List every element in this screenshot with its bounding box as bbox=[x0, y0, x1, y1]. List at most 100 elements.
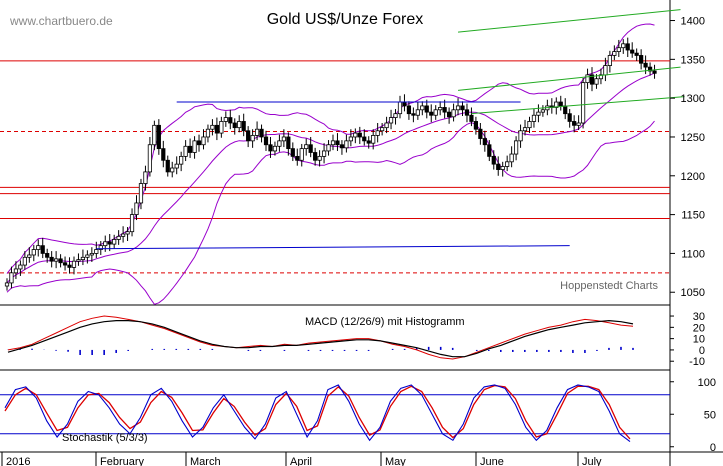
candle-body bbox=[250, 135, 255, 142]
macd-title: MACD (12/26/9) mit Histogramm bbox=[305, 316, 465, 328]
candle-body bbox=[384, 122, 389, 129]
candle-body bbox=[232, 122, 237, 129]
candle-body bbox=[433, 109, 438, 116]
candle-body bbox=[281, 136, 286, 142]
candle-body bbox=[85, 254, 90, 258]
candle-body bbox=[295, 155, 300, 161]
candle-body bbox=[36, 245, 41, 250]
candle-body bbox=[630, 49, 635, 54]
candle-body bbox=[460, 105, 465, 111]
candle-body bbox=[348, 136, 353, 142]
candle-body bbox=[362, 136, 367, 142]
candle-body bbox=[518, 130, 523, 142]
candle-body bbox=[147, 144, 153, 173]
candle-body bbox=[210, 124, 215, 130]
candle-body bbox=[31, 249, 36, 256]
candle-body bbox=[522, 127, 528, 132]
candle-body bbox=[438, 107, 443, 111]
candle-body bbox=[625, 43, 630, 51]
price-tick-label: 1300 bbox=[681, 93, 705, 105]
candle-body bbox=[165, 159, 170, 173]
candle-body bbox=[478, 128, 483, 139]
price-tick-label: 1350 bbox=[681, 54, 705, 66]
candle-body bbox=[621, 43, 626, 49]
candle-body bbox=[116, 235, 121, 240]
chart-svg: 10501100115012001250130013501400-1001020… bbox=[0, 0, 723, 466]
candle-body bbox=[107, 241, 112, 245]
candle-body bbox=[174, 163, 179, 169]
source-label: Hoppenstedt Charts bbox=[560, 280, 658, 292]
candle-body bbox=[397, 101, 403, 115]
candle-body bbox=[616, 47, 621, 52]
candle-body bbox=[308, 144, 313, 153]
candle-body bbox=[223, 117, 228, 122]
candle-body bbox=[330, 140, 336, 146]
candle-body bbox=[371, 135, 376, 144]
month-label: 2016 bbox=[6, 456, 30, 466]
candle-body bbox=[313, 152, 318, 161]
candle-body bbox=[558, 101, 563, 107]
candle-body bbox=[500, 166, 505, 170]
candle-body bbox=[366, 140, 371, 144]
candle-body bbox=[594, 78, 599, 85]
candle-body bbox=[152, 124, 157, 146]
candle-body bbox=[357, 132, 362, 138]
candle-body bbox=[393, 113, 398, 118]
candle-body bbox=[643, 62, 648, 68]
candle-body bbox=[572, 121, 577, 126]
candle-body bbox=[344, 140, 349, 149]
candle-body bbox=[321, 150, 327, 157]
price-tick-label: 1050 bbox=[681, 287, 705, 299]
candle-body bbox=[411, 113, 416, 116]
candle-body bbox=[254, 128, 260, 136]
macd-tick-label: 30 bbox=[693, 311, 705, 323]
candle-body bbox=[580, 82, 586, 124]
candle-body bbox=[607, 55, 612, 66]
candle-body bbox=[263, 136, 269, 146]
candle-body bbox=[531, 114, 537, 122]
candle-body bbox=[58, 258, 63, 264]
chart-root: 1050 1100 1150 1200 1250 1300 1350 1400 -10 0 10 20… bbox=[0, 0, 723, 466]
macd-tick-label: -10 bbox=[689, 356, 705, 368]
candle-body bbox=[469, 114, 474, 122]
candle-body bbox=[513, 140, 519, 155]
candle-body bbox=[214, 124, 219, 134]
candle-body bbox=[62, 262, 68, 266]
candle-body bbox=[183, 145, 188, 157]
candle-body bbox=[170, 167, 175, 173]
candle-body bbox=[49, 256, 54, 262]
candle-body bbox=[241, 121, 246, 132]
candle-body bbox=[277, 140, 282, 147]
stoch-tick-label: 0 bbox=[710, 442, 716, 454]
chart-title: Gold US$/Unze Forex bbox=[267, 11, 424, 28]
candle-body bbox=[491, 155, 496, 165]
candle-body bbox=[335, 140, 340, 146]
candle-body bbox=[496, 163, 501, 170]
price-tick-label: 1250 bbox=[681, 132, 705, 144]
candle-body bbox=[576, 122, 581, 126]
macd-tick-label: 0 bbox=[699, 345, 705, 357]
price-tick-label: 1200 bbox=[681, 171, 705, 183]
candle-body bbox=[76, 259, 81, 262]
candle-body bbox=[447, 111, 452, 118]
candle-body bbox=[192, 140, 197, 153]
candle-body bbox=[536, 111, 541, 116]
candle-body bbox=[138, 183, 144, 204]
candle-body bbox=[103, 241, 108, 247]
month-label: March bbox=[190, 456, 221, 466]
candle-body bbox=[527, 121, 532, 129]
candle-body bbox=[540, 109, 545, 113]
candle-body bbox=[45, 253, 50, 258]
candle-body bbox=[639, 55, 644, 64]
candle-body bbox=[442, 107, 447, 113]
candle-body bbox=[380, 127, 385, 132]
candle-body bbox=[196, 140, 202, 146]
candle-body bbox=[13, 268, 19, 274]
candle-body bbox=[125, 231, 130, 235]
candle-body bbox=[156, 124, 161, 150]
stoch-title: Stochastik (5/3/3) bbox=[62, 432, 148, 444]
candle-body bbox=[563, 105, 568, 115]
candle-body bbox=[268, 144, 273, 152]
candle-body bbox=[415, 109, 420, 116]
candle-body bbox=[299, 148, 304, 161]
